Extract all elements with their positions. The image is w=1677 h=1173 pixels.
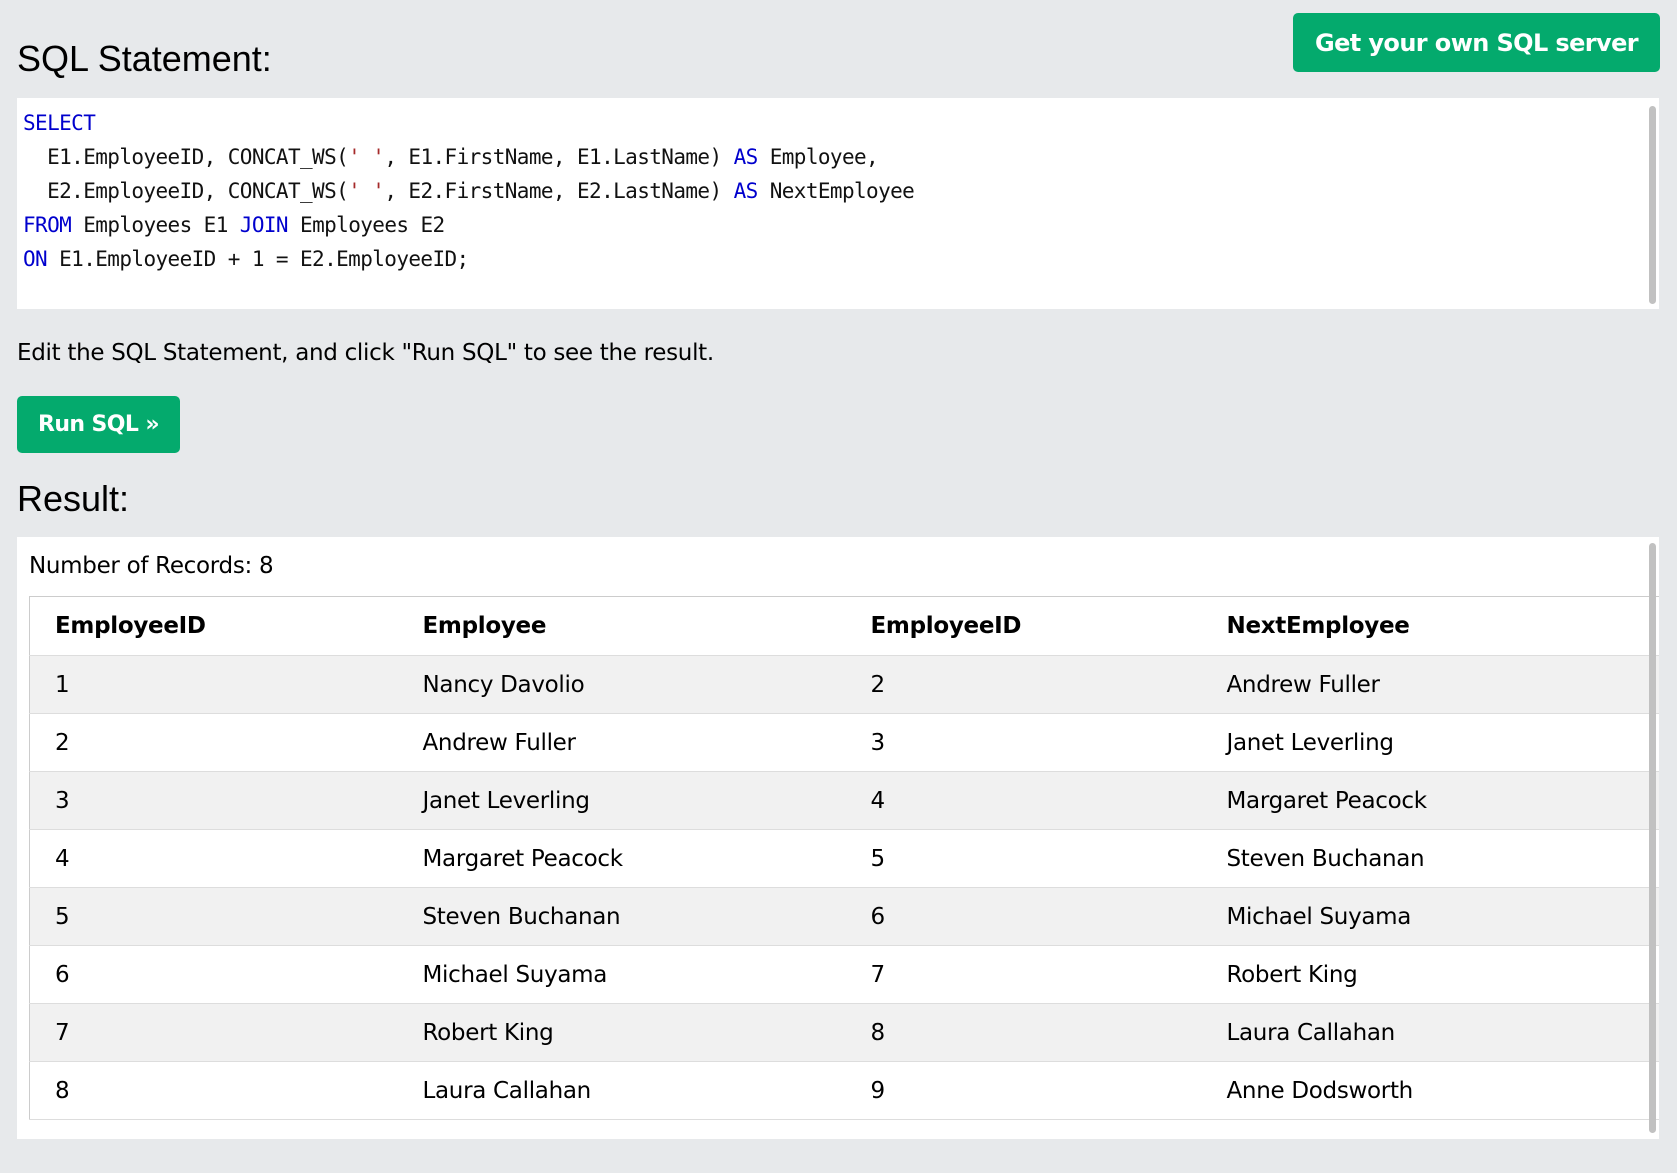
sql-keyword: JOIN (239, 213, 289, 237)
table-cell: Margaret Peacock (1201, 771, 1659, 830)
table-cell: Laura Callahan (1201, 1003, 1659, 1062)
result-scrollbar[interactable] (1649, 543, 1656, 1133)
table-cell: 7 (29, 1003, 398, 1062)
column-header: Employee (397, 596, 846, 656)
sql-string: ' ' (348, 179, 385, 203)
table-row: 1 Nancy Davolio 2 Andrew Fuller (29, 655, 1659, 714)
table-cell: Janet Leverling (1201, 713, 1659, 772)
sql-text: Employees E1 (71, 213, 240, 237)
table-cell: 5 (29, 887, 398, 946)
column-header: EmployeeID (29, 596, 398, 656)
table-cell: Andrew Fuller (397, 713, 846, 772)
table-cell: 8 (29, 1061, 398, 1120)
sql-keyword: SELECT (23, 111, 96, 135)
sql-text: NextEmployee (757, 179, 915, 203)
run-sql-button[interactable]: Run SQL » (17, 396, 180, 453)
table-cell: 6 (845, 887, 1202, 946)
table-cell: Steven Buchanan (1201, 829, 1659, 888)
table-cell: Robert King (1201, 945, 1659, 1004)
table-row: 2 Andrew Fuller 3 Janet Leverling (29, 713, 1659, 772)
table-cell: 3 (845, 713, 1202, 772)
table-cell: 5 (845, 829, 1202, 888)
column-header: EmployeeID (845, 596, 1202, 656)
table-cell: 2 (29, 713, 398, 772)
sql-string: ' ' (348, 145, 385, 169)
table-cell: 4 (29, 829, 398, 888)
instruction-text: Edit the SQL Statement, and click "Run S… (17, 340, 714, 366)
sql-keyword: AS (733, 145, 759, 169)
table-cell: Michael Suyama (1201, 887, 1659, 946)
table-cell: 3 (29, 771, 398, 830)
code-line[interactable]: FROM Employees E1 JOIN Employees E2 (23, 208, 1653, 242)
table-cell: 1 (29, 655, 398, 714)
table-cell: Michael Suyama (397, 945, 846, 1004)
result-table: EmployeeID Employee EmployeeID NextEmplo… (29, 596, 1659, 1120)
table-cell: 2 (845, 655, 1202, 714)
table-cell: Steven Buchanan (397, 887, 846, 946)
sql-text: Employee, (757, 145, 879, 169)
sql-text: Employees E2 (287, 213, 445, 237)
table-cell: Robert King (397, 1003, 846, 1062)
sql-editor[interactable]: SELECT E1.EmployeeID, CONCAT_WS(' ', E1.… (17, 98, 1659, 309)
sql-keyword: FROM (23, 213, 72, 237)
table-cell: 4 (845, 771, 1202, 830)
code-line[interactable]: E2.EmployeeID, CONCAT_WS(' ', E2.FirstNa… (23, 174, 1653, 208)
result-panel: Number of Records: 8 EmployeeID Employee… (17, 537, 1659, 1139)
table-row: 7 Robert King 8 Laura Callahan (29, 1003, 1659, 1062)
sql-code[interactable]: SELECT E1.EmployeeID, CONCAT_WS(' ', E1.… (23, 106, 1653, 276)
code-line[interactable]: SELECT (23, 106, 1653, 140)
table-cell: 8 (845, 1003, 1202, 1062)
table-row: 3 Janet Leverling 4 Margaret Peacock (29, 771, 1659, 830)
table-row: 8 Laura Callahan 9 Anne Dodsworth (29, 1061, 1659, 1120)
table-cell: Andrew Fuller (1201, 655, 1659, 714)
sql-keyword: AS (733, 179, 759, 203)
table-row: 5 Steven Buchanan 6 Michael Suyama (29, 887, 1659, 946)
code-line[interactable]: ON E1.EmployeeID + 1 = E2.EmployeeID; (23, 242, 1653, 276)
table-cell: Janet Leverling (397, 771, 846, 830)
sql-text: , E2.FirstName, E2.LastName) (384, 179, 734, 203)
sql-text: E1.EmployeeID, CONCAT_WS( (23, 145, 349, 169)
get-sql-server-button[interactable]: Get your own SQL server (1292, 13, 1660, 72)
sql-text: , E1.FirstName, E1.LastName) (384, 145, 734, 169)
table-cell: 7 (845, 945, 1202, 1004)
sql-keyword: ON (23, 247, 48, 271)
table-cell: Laura Callahan (397, 1061, 846, 1120)
sql-text: E1.EmployeeID + 1 = E2.EmployeeID; (47, 247, 469, 271)
editor-scrollbar[interactable] (1649, 106, 1656, 304)
column-header: NextEmployee (1201, 596, 1659, 656)
table-header-row: EmployeeID Employee EmployeeID NextEmplo… (29, 596, 1659, 656)
table-row: 6 Michael Suyama 7 Robert King (29, 945, 1659, 1004)
page-title: SQL Statement: (17, 38, 272, 79)
table-cell: Anne Dodsworth (1201, 1061, 1659, 1120)
sql-text: E2.EmployeeID, CONCAT_WS( (23, 179, 349, 203)
code-line[interactable]: E1.EmployeeID, CONCAT_WS(' ', E1.FirstNa… (23, 140, 1653, 174)
table-row: 4 Margaret Peacock 5 Steven Buchanan (29, 829, 1659, 888)
record-count: Number of Records: 8 (29, 553, 274, 579)
table-cell: 6 (29, 945, 398, 1004)
table-cell: 9 (845, 1061, 1202, 1120)
table-cell: Margaret Peacock (397, 829, 846, 888)
table-cell: Nancy Davolio (397, 655, 846, 714)
result-title: Result: (17, 478, 130, 519)
